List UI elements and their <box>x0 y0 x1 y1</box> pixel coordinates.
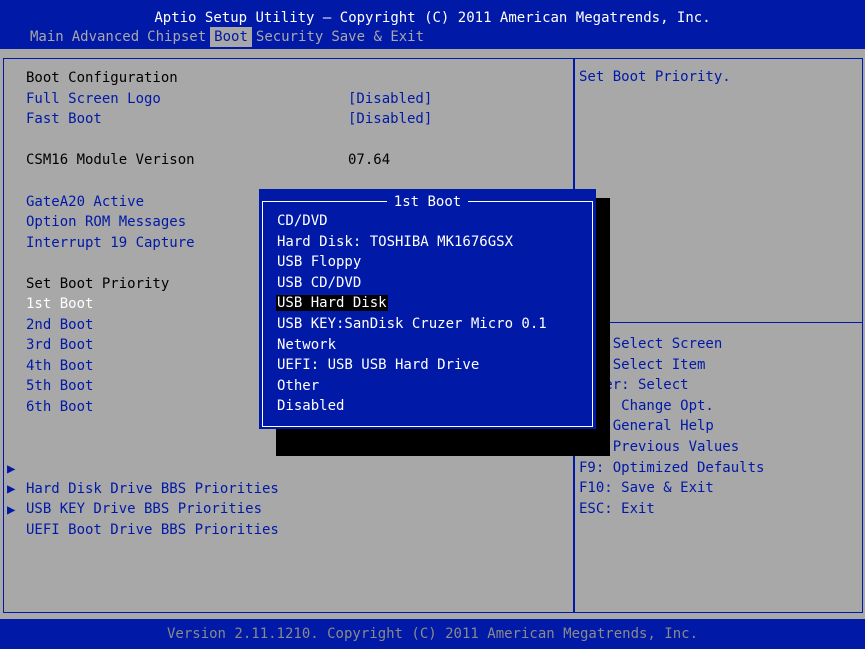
set-boot-priority-heading: Set Boot Priority <box>26 276 170 292</box>
key-help-optimized-defaults: F9: Optimized Defaults <box>579 459 765 476</box>
popup-option[interactable]: USB Floppy <box>276 252 548 273</box>
submenu-uefi[interactable]: ▶ UEFI Boot Drive BBS Priorities <box>0 479 279 561</box>
popup-title-text: 1st Boot <box>386 194 469 210</box>
footer-bar: Version 2.11.1210. Copyright (C) 2011 Am… <box>0 619 865 649</box>
popup-option[interactable]: Hard Disk: TOSHIBA MK1676GSX <box>276 232 548 253</box>
popup-option[interactable]: CD/DVD <box>276 211 548 232</box>
version-text: Version 2.11.1210. Copyright (C) 2011 Am… <box>166 626 698 642</box>
fast-boot-value[interactable]: [Disabled] <box>348 109 432 130</box>
submenu-hdd-label: Hard Disk Drive BBS Priorities <box>26 481 279 498</box>
tab-advanced[interactable]: Advanced <box>68 27 143 47</box>
header-bar: Aptio Setup Utility – Copyright (C) 2011… <box>0 0 865 49</box>
popup-option-list: CD/DVD Hard Disk: TOSHIBA MK1676GSX USB … <box>276 211 548 417</box>
full-screen-logo-value[interactable]: [Disabled] <box>348 89 432 110</box>
tab-main[interactable]: Main <box>26 27 68 47</box>
submenu-arrow-icon: ▶ <box>7 501 16 518</box>
popup-option[interactable]: Disabled <box>276 396 548 417</box>
tab-boot[interactable]: Boot <box>210 27 252 47</box>
help-description: Set Boot Priority. <box>579 69 731 85</box>
gatea20-label[interactable]: GateA20 Active <box>26 192 144 213</box>
popup-option[interactable]: Other <box>276 376 548 397</box>
boot-order-5th[interactable]: 5th Boot <box>26 376 93 397</box>
popup-title: 1st Boot <box>259 192 596 213</box>
submenu-usb-key-label: USB KEY Drive BBS Priorities <box>26 501 263 518</box>
boot-order-4th[interactable]: 4th Boot <box>26 356 93 377</box>
fast-boot-label[interactable]: Fast Boot <box>26 109 102 130</box>
popup-option-selected[interactable]: USB Hard Disk <box>276 293 548 314</box>
submenu-uefi-label: UEFI Boot Drive BBS Priorities <box>26 522 279 539</box>
popup-option[interactable]: UEFI: USB USB Hard Drive <box>276 355 548 376</box>
popup-option[interactable]: USB CD/DVD <box>276 273 548 294</box>
boot-option-popup: 1st Boot CD/DVD Hard Disk: TOSHIBA MK167… <box>259 189 596 429</box>
boot-order-6th[interactable]: 6th Boot <box>26 397 93 418</box>
csm16-value: 07.64 <box>348 152 391 168</box>
tab-save-exit[interactable]: Save & Exit <box>327 27 428 47</box>
boot-order-3rd[interactable]: 3rd Boot <box>26 335 93 356</box>
help-divider <box>574 322 863 323</box>
interrupt19-label[interactable]: Interrupt 19 Capture <box>26 233 195 254</box>
key-help-save-exit: F10: Save & Exit <box>579 480 714 497</box>
boot-order-2nd[interactable]: 2nd Boot <box>26 315 93 336</box>
key-help-esc: ESC: Exit <box>579 500 655 517</box>
full-screen-logo-label[interactable]: Full Screen Logo <box>26 89 161 110</box>
popup-option[interactable]: USB KEY:SanDisk Cruzer Micro 0.1 <box>276 314 548 335</box>
popup-option[interactable]: Network <box>276 335 548 356</box>
csm16-label: CSM16 Module Verison <box>26 152 195 168</box>
option-rom-label[interactable]: Option ROM Messages <box>26 212 186 233</box>
tab-bar: Main Advanced Chipset Boot Security Save… <box>26 27 428 47</box>
app-title: Aptio Setup Utility – Copyright (C) 2011… <box>154 10 711 26</box>
tab-chipset[interactable]: Chipset <box>143 27 210 47</box>
tab-security[interactable]: Security <box>252 27 327 47</box>
boot-order-1st[interactable]: 1st Boot <box>26 294 93 315</box>
boot-configuration-heading: Boot Configuration <box>26 70 178 86</box>
